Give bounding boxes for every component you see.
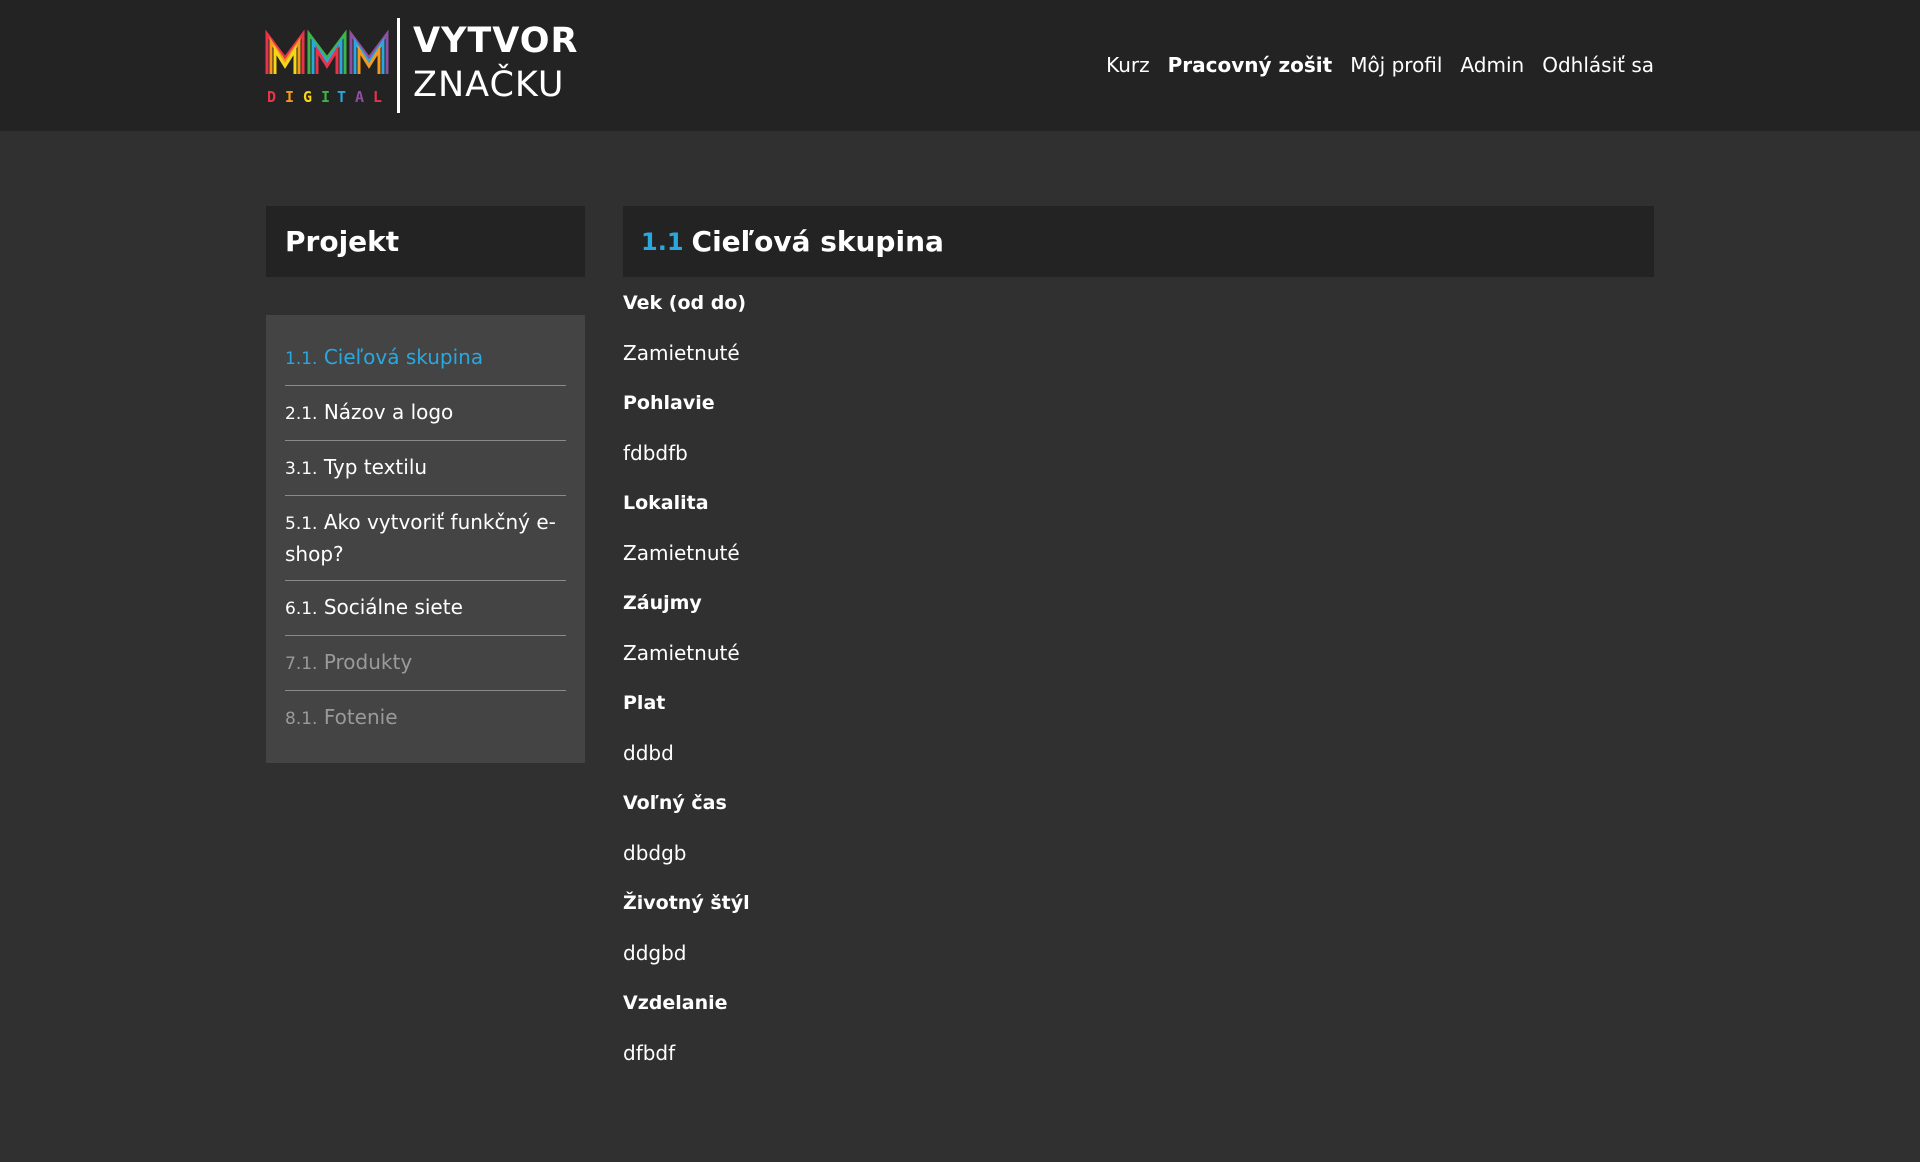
sidebar-item-cielova-skupina[interactable]: 1.1. Cieľová skupina xyxy=(285,331,566,386)
sidebar-menu: 1.1. Cieľová skupina 2.1. Názov a logo 3… xyxy=(266,315,585,763)
sidebar-item-label: Fotenie xyxy=(323,705,398,729)
logo-letter-i2: I xyxy=(321,88,330,106)
sidebar-item-label: Názov a logo xyxy=(323,400,454,424)
field-value-volny-cas: dbdgb xyxy=(623,841,687,865)
field-label-volny-cas: Voľný čas xyxy=(623,792,727,814)
logo-letter-l: L xyxy=(373,88,382,106)
field-label-zaujmy: Záujmy xyxy=(623,592,702,614)
field-label-vzdelanie: Vzdelanie xyxy=(623,992,728,1014)
sidebar-item-number: 7.1. xyxy=(285,654,318,674)
nav-item-odhlasit-sa[interactable]: Odhlásiť sa xyxy=(1542,52,1654,78)
field-label-plat: Plat xyxy=(623,692,666,714)
field-label-pohlavie: Pohlavie xyxy=(623,392,715,414)
logo-word-vytvor: VYTVOR xyxy=(413,21,579,61)
sidebar-item-label: Produkty xyxy=(323,650,413,674)
sidebar-item-number: 3.1. xyxy=(285,459,318,479)
nav-item-moj-profil[interactable]: Môj profil xyxy=(1350,52,1442,78)
sidebar-item-label: Cieľová skupina xyxy=(323,345,484,369)
sidebar-title: Projekt xyxy=(285,225,400,258)
field-value-vzdelanie: dfbdf xyxy=(623,1041,676,1065)
logo-divider xyxy=(397,18,400,113)
sidebar-item-label: Typ textilu xyxy=(323,455,428,479)
field-label-lokalita: Lokalita xyxy=(623,492,709,514)
section-title: Cieľová skupina xyxy=(691,225,944,258)
mmm-digital-logo-icon: D I G I T A L xyxy=(265,29,389,106)
sidebar-item-fotenie[interactable]: 8.1. Fotenie xyxy=(285,691,566,745)
site-logo[interactable]: D I G I T A L VYTVOR ZNAČKU xyxy=(265,18,577,113)
section-header: 1.1 Cieľová skupina xyxy=(623,206,1654,277)
sidebar-item-nazov-a-logo[interactable]: 2.1. Názov a logo xyxy=(285,386,566,441)
logo-word-znacku: ZNAČKU xyxy=(413,65,565,105)
field-label-vek: Vek (od do) xyxy=(623,292,747,314)
field-value-plat: ddbd xyxy=(623,741,674,765)
sidebar-item-number: 2.1. xyxy=(285,404,318,424)
sidebar-item-produkty[interactable]: 7.1. Produkty xyxy=(285,636,566,691)
logo-letter-d: D xyxy=(267,88,276,106)
sidebar-item-eshop[interactable]: 5.1. Ako vytvoriť funkčný e-shop? xyxy=(285,496,566,581)
sidebar-item-socialne-siete[interactable]: 6.1. Sociálne siete xyxy=(285,581,566,636)
field-value-pohlavie: fdbdfb xyxy=(623,441,688,465)
sidebar-item-typ-textilu[interactable]: 3.1. Typ textilu xyxy=(285,441,566,496)
field-value-vek: Zamietnuté xyxy=(623,341,740,365)
section-number: 1.1 xyxy=(641,227,684,256)
sidebar-item-number: 1.1. xyxy=(285,349,318,369)
field-value-lokalita: Zamietnuté xyxy=(623,541,740,565)
field-value-zaujmy: Zamietnuté xyxy=(623,641,740,665)
logo-letter-t: T xyxy=(337,88,346,106)
logo-letter-a: A xyxy=(355,88,364,106)
nav-item-pracovny-zosit[interactable]: Pracovný zošit xyxy=(1168,52,1333,78)
sidebar-header: Projekt xyxy=(266,206,585,277)
sidebar-item-number: 5.1. xyxy=(285,514,318,534)
field-label-zivotny-styl: Životný štýl xyxy=(623,892,750,914)
logo-letter-i1: I xyxy=(285,88,294,106)
main-nav: Kurz Pracovný zošit Môj profil Admin Odh… xyxy=(1106,52,1654,78)
answers-list: Vek (od do) Zamietnuté Pohlavie fdbdfb L… xyxy=(623,283,1654,1083)
nav-item-kurz[interactable]: Kurz xyxy=(1106,52,1150,78)
nav-item-admin[interactable]: Admin xyxy=(1460,52,1524,78)
sidebar-item-number: 6.1. xyxy=(285,599,318,619)
field-value-zivotny-styl: ddgbd xyxy=(623,941,687,965)
sidebar-item-number: 8.1. xyxy=(285,709,318,729)
sidebar-item-label: Ako vytvoriť funkčný e-shop? xyxy=(285,510,556,566)
sidebar-item-label: Sociálne siete xyxy=(323,595,463,619)
site-header: D I G I T A L VYTVOR ZNAČKU Kurz Pracovn… xyxy=(0,0,1920,131)
logo-letter-g: G xyxy=(303,88,312,106)
